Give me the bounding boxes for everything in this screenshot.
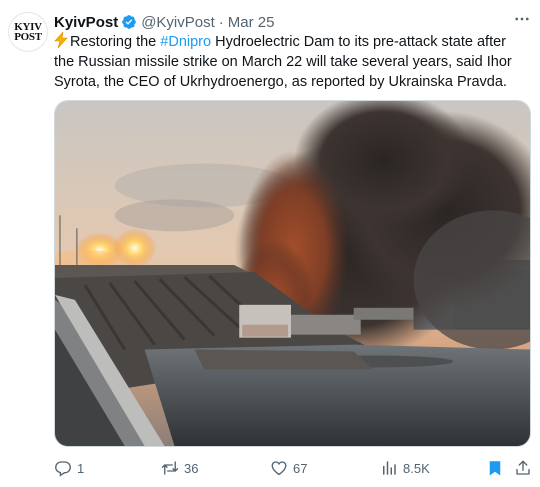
separator-dot: · (218, 13, 224, 31)
hashtag-link[interactable]: #Dnipro (160, 34, 211, 50)
bookmark-button[interactable] (486, 457, 504, 479)
share-button[interactable] (514, 457, 532, 479)
views-button[interactable]: 8.5K (380, 457, 430, 479)
avatar-line2: POST (14, 31, 42, 43)
retweet-icon (161, 461, 179, 475)
tweet-card[interactable]: KYIV POST KyivPost @KyivPost · Mar 25 Re… (0, 0, 540, 487)
reply-count: 1 (77, 460, 85, 476)
avatar[interactable]: KYIV POST (8, 12, 48, 52)
retweet-button[interactable]: 36 (161, 457, 198, 479)
tweet-text-part1: Restoring the (70, 34, 161, 50)
user-handle[interactable]: @KyivPost (141, 14, 215, 31)
verified-badge-icon (121, 14, 137, 30)
tweet-actions: 1 36 67 8.5K (54, 457, 532, 479)
tweet-photo[interactable] (54, 100, 531, 447)
tweet-date[interactable]: Mar 25 (228, 14, 275, 31)
like-count: 67 (293, 460, 308, 476)
more-options-icon[interactable] (510, 7, 534, 31)
reply-icon (55, 461, 71, 477)
share-icon (516, 460, 530, 475)
heart-icon (271, 461, 287, 476)
reply-button[interactable]: 1 (54, 457, 84, 479)
tweet-text: Restoring the #Dnipro Hydroelectric Dam … (54, 31, 530, 92)
analytics-icon (383, 461, 396, 475)
tweet-header: KyivPost @KyivPost · Mar 25 (54, 12, 530, 32)
high-voltage-emoji-icon (54, 31, 68, 49)
dam-photo-illustration (55, 101, 530, 446)
retweet-count: 36 (184, 460, 199, 476)
like-button[interactable]: 67 (270, 457, 307, 479)
bookmark-icon (489, 461, 501, 476)
display-name[interactable]: KyivPost (54, 14, 118, 31)
views-count: 8.5K (403, 460, 430, 476)
